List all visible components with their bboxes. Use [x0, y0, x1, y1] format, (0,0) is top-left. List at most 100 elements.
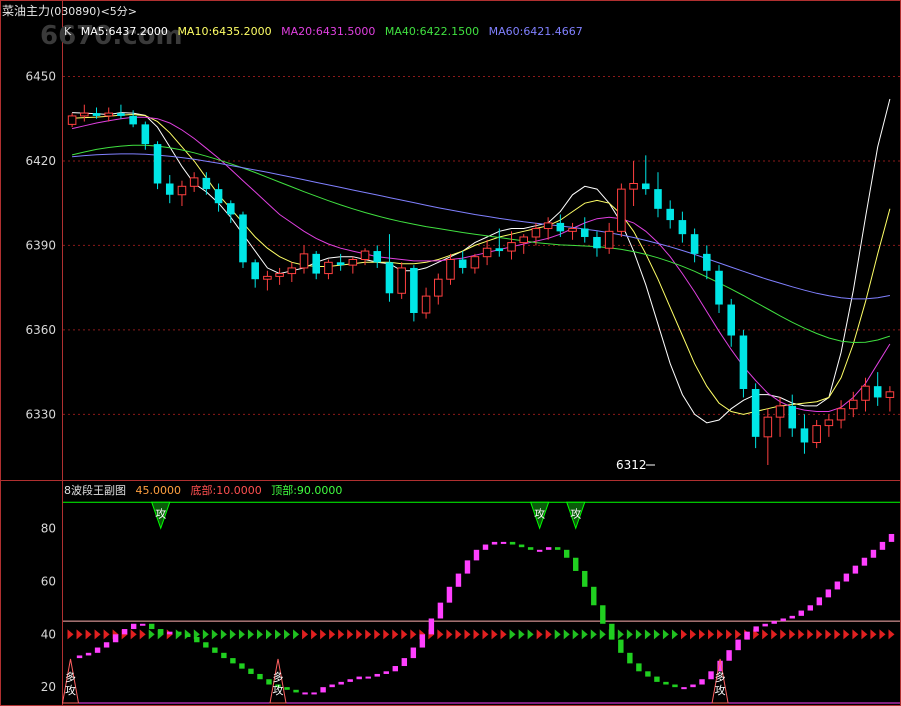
wave-bar: [221, 652, 227, 659]
wave-bar: [347, 679, 353, 682]
svg-text:K MA5:6437.2000 MA10:6: K MA5:6437.2000 MA10:6435.2000 MA20:6431…: [64, 25, 583, 38]
ma40-legend: MA40:6422.1500: [385, 25, 479, 38]
trend-flag: [238, 629, 245, 640]
wave-bar: [85, 652, 92, 656]
candle-body-up: [360, 250, 370, 260]
trend-flag: [311, 629, 318, 640]
buy-label-bottom: 攻: [65, 683, 76, 697]
wave-bar: [762, 623, 768, 627]
wave-bar: [834, 581, 841, 590]
trend-flag: [338, 629, 345, 640]
trend-flag: [671, 629, 678, 640]
trend-flag: [302, 629, 309, 640]
sell-label: 攻: [570, 506, 581, 520]
instrument-title: 菜油主力: [2, 4, 50, 18]
trend-flag: [437, 629, 444, 640]
low-annotation: 6312: [616, 458, 655, 472]
wave-bar: [798, 610, 804, 616]
trend-flag: [870, 629, 877, 640]
low-value-label: 6312: [616, 458, 647, 472]
period-label[interactable]: <5分>: [101, 5, 137, 18]
candle-body-down: [202, 177, 211, 190]
candle-body-down: [703, 253, 711, 271]
wave-bar: [536, 549, 543, 552]
trend-flag: [491, 629, 498, 640]
wave-bar: [690, 684, 696, 688]
trend-flag: [762, 629, 769, 640]
candle-body-up: [763, 416, 773, 438]
wave-bar: [527, 547, 534, 550]
k-legend: K: [64, 25, 72, 38]
wave-bar: [509, 541, 516, 545]
buy-label-bottom: 攻: [273, 683, 284, 697]
trend-flag: [482, 629, 489, 640]
candle-body-up: [885, 391, 895, 398]
candle-body-down: [239, 214, 247, 263]
candle-body-down: [739, 335, 748, 389]
candle-body-down: [92, 113, 101, 116]
trend-flag: [662, 629, 669, 640]
sub-y-tick-label: 40: [41, 627, 56, 641]
wave-bar: [554, 547, 561, 550]
wave-bar: [329, 684, 335, 688]
trend-flag: [726, 629, 733, 640]
candle-body-down: [141, 124, 150, 145]
instrument-code: (030890): [50, 5, 101, 18]
wave-bar: [428, 618, 435, 635]
trend-flag: [284, 629, 291, 640]
candle-body-up: [275, 273, 284, 277]
wave-bar: [230, 658, 236, 664]
trend-flag: [139, 629, 146, 640]
wave-bar: [311, 692, 317, 695]
trend-flag: [590, 629, 597, 640]
wave-bar: [753, 626, 759, 632]
wave-bar: [816, 597, 823, 606]
chart-canvas[interactable]: 6670.com 菜油主力(030890)<5分> K MA5:6437.200…: [0, 0, 901, 706]
wave-bar: [726, 650, 732, 661]
sub-y-ticks: 20 40 60 80: [41, 522, 56, 694]
candle-body-down: [580, 228, 589, 237]
wave-bar: [419, 634, 426, 648]
wave-bar: [744, 631, 750, 640]
y-tick-label: 6330: [25, 407, 56, 421]
wave-bar: [293, 689, 299, 693]
candle-body-up: [861, 385, 870, 401]
candle-body-up: [604, 230, 614, 249]
candle-body-up: [397, 267, 406, 294]
trend-flag: [211, 629, 218, 640]
trend-flag: [76, 629, 83, 640]
ma-lines: [71, 98, 891, 424]
ma60-legend: MA60:6421.4667: [489, 25, 583, 38]
trend-flag: [852, 629, 859, 640]
wave-bar: [482, 544, 489, 550]
y-tick-label: 6390: [25, 238, 56, 252]
candle-body-down: [226, 203, 235, 215]
trend-flag: [275, 629, 282, 640]
trend-flag: [85, 629, 92, 640]
wave-bar: [158, 629, 164, 635]
candle-body-down: [251, 262, 259, 280]
wave-bar: [392, 666, 398, 672]
wave-bar: [672, 684, 678, 688]
trend-flag: [735, 629, 742, 640]
wave-bar: [139, 623, 146, 626]
trend-flag: [563, 629, 570, 640]
sub-y-tick-label: 20: [41, 680, 56, 694]
trend-flag: [446, 629, 453, 640]
trend-flag: [599, 629, 606, 640]
trend-flag: [473, 629, 480, 640]
candle-body-up: [568, 228, 577, 232]
candle-body-up: [507, 242, 516, 252]
trend-flag: [455, 629, 462, 640]
wave-bar: [446, 586, 453, 603]
candle-body-down: [495, 248, 504, 252]
candle-body-down: [385, 262, 394, 294]
sub-value: 45.0000: [136, 484, 182, 497]
trend-flag: [265, 629, 272, 640]
trend-flag: [879, 629, 886, 640]
candle-body-up: [263, 275, 272, 280]
trend-flag: [401, 629, 408, 640]
wave-bar: [149, 623, 155, 630]
candle-body-up: [67, 115, 77, 125]
wave-bar: [437, 602, 444, 619]
